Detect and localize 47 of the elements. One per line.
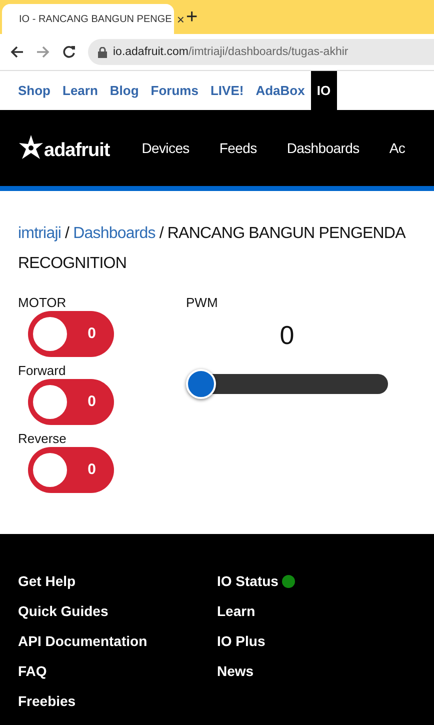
site-link[interactable]: Blog — [104, 71, 145, 110]
close-icon[interactable]: × — [176, 12, 184, 26]
site-link[interactable]: IO — [310, 71, 337, 110]
lock-icon — [98, 46, 107, 58]
footer-link[interactable]: API Documentation — [18, 633, 148, 649]
footer-link[interactable]: News — [217, 663, 254, 679]
nav-link[interactable]: Feeds — [219, 140, 257, 156]
logo-text[interactable]: adafruit — [44, 140, 110, 162]
footer-link[interactable]: Freebies — [18, 693, 76, 709]
toggle-label: Forward — [18, 363, 67, 378]
back-icon[interactable] — [10, 45, 24, 59]
footer-link[interactable]: Learn — [217, 603, 256, 619]
toggle-switch[interactable]: 0 — [28, 447, 114, 493]
site-link[interactable]: AdaBox — [250, 71, 311, 110]
breadcrumb-separator: / — [65, 224, 70, 244]
nav-link[interactable]: Devices — [142, 140, 190, 156]
new-tab-button[interactable]: + — [186, 6, 198, 29]
dashboard-title: RANCANG BANGUN PENGENDA — [167, 224, 406, 244]
nav-link[interactable]: Dashboards — [286, 140, 360, 156]
nav-link[interactable]: Ac — [389, 140, 406, 156]
site-link[interactable]: Learn — [56, 71, 104, 110]
footer-link[interactable]: IO Plus — [217, 633, 266, 649]
footer-link[interactable]: Get Help — [18, 573, 76, 589]
site-link[interactable]: Forums — [144, 71, 204, 110]
site-link[interactable]: LIVE! — [204, 71, 250, 110]
reload-icon[interactable] — [62, 45, 76, 59]
footer-link[interactable]: Quick Guides — [18, 603, 108, 619]
breadcrumb-link[interactable]: Dashboards — [73, 219, 156, 249]
toggle-switch[interactable]: 0 — [28, 379, 114, 425]
tab-title: IO - RANCANG BANGUN PENGE — [19, 14, 172, 24]
breadcrumb-link[interactable]: imtriaji — [18, 219, 62, 249]
slider-thumb[interactable] — [186, 369, 216, 399]
slider[interactable] — [186, 369, 388, 399]
slider-label: PWM — [186, 295, 219, 310]
footer-link[interactable]: FAQ — [18, 663, 47, 679]
toggle-label: Reverse — [18, 431, 68, 446]
address-bar[interactable]: io.adafruit.com/imtriaji/dashboards/tugas-akhir — [88, 39, 434, 65]
footer-link[interactable]: IO Status — [217, 573, 278, 589]
forward-icon[interactable] — [36, 45, 50, 59]
dashboard-title: RECOGNITION — [18, 254, 126, 274]
slider-value: 0 — [280, 320, 294, 351]
flower-icon — [18, 134, 44, 162]
url-text: io.adafruit.com/imtriaji/dashboards/tugas-akhir — [113, 46, 348, 58]
toggle-label: MOTOR — [18, 295, 68, 310]
site-link[interactable]: Shop — [12, 71, 56, 110]
breadcrumb-separator: / — [159, 224, 164, 244]
toggle-switch[interactable]: 0 — [28, 311, 114, 357]
